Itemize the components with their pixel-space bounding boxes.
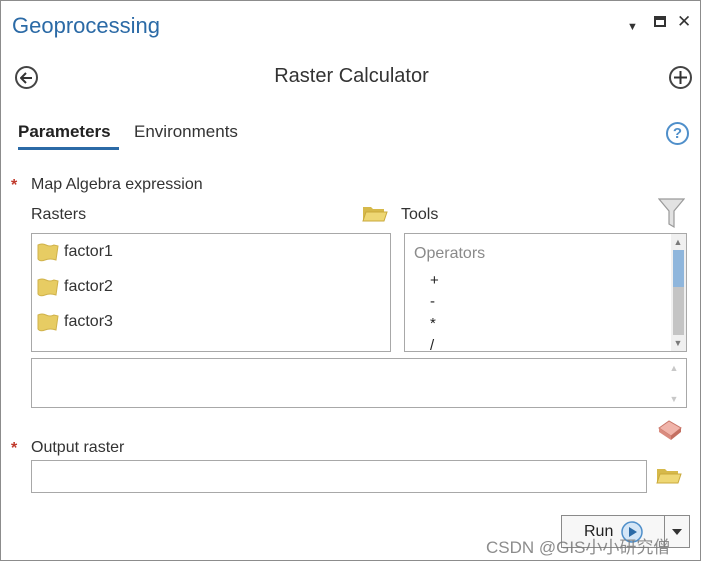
chevron-down-icon xyxy=(672,528,682,535)
list-item[interactable]: factor3 xyxy=(36,307,113,337)
close-pane-button[interactable]: ✕ xyxy=(677,13,691,30)
tool-title: Raster Calculator xyxy=(274,65,429,87)
rasters-label: Rasters xyxy=(31,206,87,223)
plus-icon xyxy=(674,71,687,84)
help-icon[interactable]: ? xyxy=(666,122,689,145)
raster-layer-icon xyxy=(37,313,59,332)
rasters-list[interactable]: factor1 factor2 factor3 xyxy=(31,233,391,352)
eraser-icon[interactable] xyxy=(656,418,683,447)
operator-item[interactable]: / xyxy=(430,337,434,351)
filter-icon[interactable] xyxy=(657,198,686,234)
output-raster-label: Output raster xyxy=(31,439,125,456)
list-item[interactable]: factor1 xyxy=(36,237,113,267)
maximize-icon[interactable] xyxy=(654,16,666,27)
watermark: CSDN @GIS小小研究僧 xyxy=(486,538,671,557)
tools-scrollbar[interactable]: ▲ ▼ xyxy=(671,234,686,351)
tab-parameters[interactable]: Parameters xyxy=(18,122,111,142)
raster-layer-icon xyxy=(37,278,59,297)
operator-item[interactable]: * xyxy=(430,315,436,332)
list-item[interactable]: factor2 xyxy=(36,272,113,302)
required-marker: * xyxy=(11,177,18,194)
tools-label: Tools xyxy=(401,206,439,223)
required-marker: * xyxy=(11,440,18,457)
browse-rasters-folder-icon[interactable] xyxy=(362,203,388,228)
geoprocessing-pane: Geoprocessing ▼ ✕ Raster Calculator Para… xyxy=(0,0,701,561)
raster-name: factor3 xyxy=(64,313,113,330)
operator-item[interactable]: - xyxy=(430,293,435,310)
operators-header: Operators xyxy=(414,245,486,262)
scroll-thumb-highlight[interactable] xyxy=(673,250,684,287)
expression-input[interactable]: ▲ ▼ xyxy=(31,358,687,408)
scroll-up-arrow[interactable]: ▲ xyxy=(672,237,684,247)
raster-name: factor1 xyxy=(64,243,113,260)
tools-list[interactable]: Operators + - * / ▲ ▼ xyxy=(404,233,687,352)
output-raster-input[interactable] xyxy=(31,460,647,493)
raster-layer-icon xyxy=(37,243,59,262)
tab-environments[interactable]: Environments xyxy=(134,122,238,142)
map-algebra-label: Map Algebra expression xyxy=(31,176,203,193)
operator-item[interactable]: + xyxy=(430,272,439,289)
scroll-down-arrow[interactable]: ▼ xyxy=(668,394,680,404)
active-tab-indicator xyxy=(18,147,119,150)
add-button[interactable] xyxy=(669,66,692,89)
pane-title: Geoprocessing xyxy=(12,13,160,38)
raster-name: factor2 xyxy=(64,278,113,295)
browse-output-folder-icon[interactable] xyxy=(656,465,682,490)
scroll-down-arrow[interactable]: ▼ xyxy=(672,338,684,348)
scroll-up-arrow[interactable]: ▲ xyxy=(668,363,680,373)
scroll-thumb[interactable] xyxy=(673,287,684,335)
pane-menu-dropdown[interactable]: ▼ xyxy=(627,19,638,35)
